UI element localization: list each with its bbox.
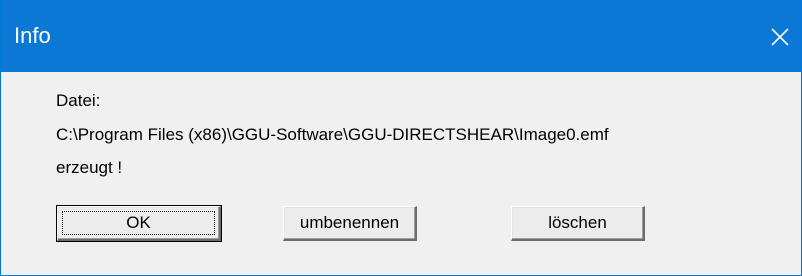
rename-button[interactable]: umbenennen (283, 206, 417, 241)
info-dialog: Info Datei: C:\Program Files (x86)\GGU-S… (0, 0, 802, 276)
ok-button[interactable]: OK (56, 205, 222, 242)
window-title: Info (14, 23, 51, 48)
file-path: C:\Program Files (x86)\GGU-Software\GGU-… (56, 125, 609, 144)
rename-button-label: umbenennen (299, 213, 400, 232)
status-text: erzeugt ! (56, 158, 123, 177)
delete-button-label: löschen (548, 213, 607, 232)
title-bar[interactable]: Info (1, 0, 801, 72)
file-label: Datei: (56, 91, 101, 110)
close-icon (771, 28, 789, 46)
close-button[interactable] (765, 22, 795, 52)
dialog-body: Datei: C:\Program Files (x86)\GGU-Softwa… (1, 72, 801, 275)
delete-button[interactable]: löschen (511, 206, 645, 241)
ok-button-label: OK (126, 213, 151, 232)
